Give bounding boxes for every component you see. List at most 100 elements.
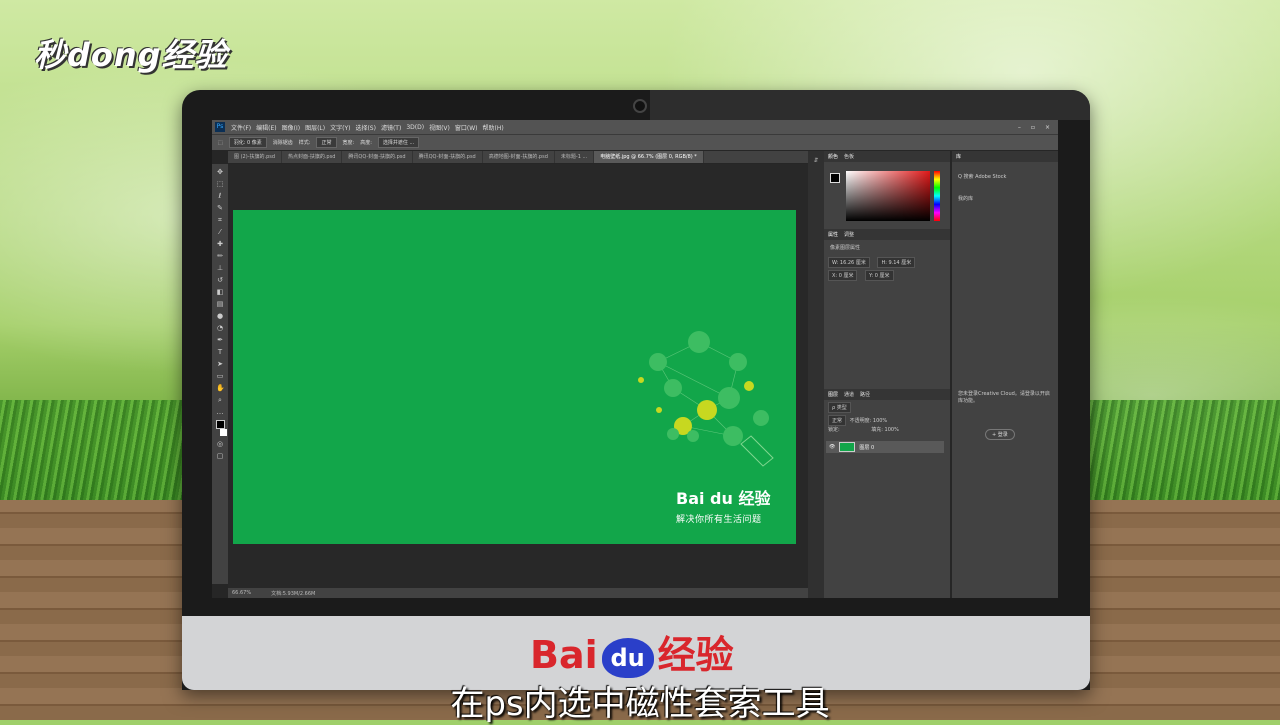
libraries-panel: 库 Q 搜索 Adobe Stock 我的库 您未登录Creative Clou… <box>952 151 1058 598</box>
video-subtitle: 在ps内选中磁性套索工具 <box>450 684 830 724</box>
zoom-level[interactable]: 66.67% <box>232 590 251 596</box>
minimize-icon[interactable]: – <box>1018 124 1021 131</box>
hand-tool-icon[interactable]: ✋ <box>216 384 225 392</box>
blur-icon[interactable]: ● <box>216 312 224 320</box>
options-bar: ⬚ 羽化: 0 像素 消除锯齿 样式: 正常 宽度: 高度: 选择并遮住 ... <box>212 134 1058 150</box>
path-select-icon[interactable]: ➤ <box>216 360 224 368</box>
menu-select[interactable]: 选择(S) <box>355 123 376 132</box>
type-tool-icon[interactable]: T <box>216 348 224 356</box>
menu-filter[interactable]: 滤镜(T) <box>381 123 401 132</box>
color-fg-swatch[interactable] <box>830 173 840 183</box>
more-tools-icon[interactable]: … <box>216 408 224 416</box>
quick-mask-icon[interactable]: ◎ <box>216 440 224 448</box>
background-color-swatch[interactable] <box>219 429 227 436</box>
panels-column: 颜色 色板 属性 调整 像素图层属性 W: 16.26 厘米 H: 9.14 厘… <box>824 151 950 598</box>
pen-tool-icon[interactable]: ✒ <box>216 336 224 344</box>
y-field[interactable]: Y: 0 厘米 <box>865 270 894 281</box>
stock-search[interactable]: Q 搜索 Adobe Stock <box>958 173 1006 180</box>
eye-icon[interactable]: 👁 <box>829 444 835 450</box>
screen-mode-icon[interactable]: ▢ <box>216 452 224 460</box>
history-icon[interactable]: ⇵ <box>808 157 824 164</box>
menu-image[interactable]: 图像(I) <box>282 123 300 132</box>
marquee-tool-icon[interactable]: ⬚ <box>216 180 224 188</box>
properties-panel: 属性 调整 像素图层属性 W: 16.26 厘米 H: 9.14 厘米 X: 0… <box>824 229 950 281</box>
eyedropper-icon[interactable]: ⁄ <box>216 228 224 236</box>
tab-layers[interactable]: 图层 <box>828 391 838 398</box>
doc-tab-active[interactable]: 电脑壁纸.jpg @ 66.7% (图层 0, RGB/8) * <box>594 151 704 163</box>
fill-field[interactable]: 填充: 100% <box>871 427 899 433</box>
baidu-jingyan-logo: Bai du 经验 <box>530 624 734 679</box>
tab-libraries[interactable]: 库 <box>956 153 961 160</box>
foreground-color-swatch[interactable] <box>215 420 225 429</box>
healing-brush-icon[interactable]: ✚ <box>216 240 224 248</box>
tab-color[interactable]: 颜色 <box>828 153 838 160</box>
doc-tab[interactable]: 腾讯QQ-封面-扶旗的.psd <box>413 151 483 163</box>
crop-tool-icon[interactable]: ⌗ <box>216 216 224 224</box>
tab-swatches[interactable]: 色板 <box>844 153 854 160</box>
properties-tabs: 属性 调整 <box>824 229 950 240</box>
x-field[interactable]: X: 0 厘米 <box>828 270 858 281</box>
marquee-tool-icon[interactable]: ⬚ <box>218 140 223 146</box>
color-picker-field[interactable] <box>846 171 930 221</box>
baidu-logo-canvas: Bai du 经验 <box>676 489 771 508</box>
photoshop-window: Ps 文件(F) 编辑(E) 图像(I) 图层(L) 文字(Y) 选择(S) 滤… <box>212 120 1058 598</box>
menu-help[interactable]: 帮助(H) <box>483 123 504 132</box>
close-icon[interactable]: × <box>1045 124 1050 131</box>
doc-tab[interactable]: 高德地图-封面-扶旗的.psd <box>483 151 555 163</box>
menu-bar: Ps 文件(F) 编辑(E) 图像(I) 图层(L) 文字(Y) 选择(S) 滤… <box>212 120 1058 134</box>
doc-tab[interactable]: 腾讯QQ-封面-扶旗的.psd <box>342 151 413 163</box>
lasso-tool-icon[interactable]: ℓ <box>216 192 224 200</box>
width-field[interactable]: W: 16.26 厘米 <box>828 257 870 268</box>
menu-edit[interactable]: 编辑(E) <box>256 123 276 132</box>
antialias-checkbox[interactable]: 消除锯齿 <box>273 139 293 146</box>
menu-window[interactable]: 窗口(W) <box>455 123 478 132</box>
chin-logo-jingyan: 经验 <box>657 633 734 677</box>
window-controls: – ▫ × <box>1018 124 1058 131</box>
properties-title: 像素图层属性 <box>830 245 861 251</box>
doc-tab[interactable]: 未标题-1 ... <box>555 151 595 163</box>
stamp-tool-icon[interactable]: ⊥ <box>216 264 224 272</box>
blend-mode-select[interactable]: 正常 <box>828 415 847 426</box>
quick-select-icon[interactable]: ✎ <box>216 204 224 212</box>
select-mask-button[interactable]: 选择并遮住 ... <box>377 137 420 148</box>
style-select[interactable]: 正常 <box>316 137 337 148</box>
brush-tool-icon[interactable]: ✏ <box>216 252 224 260</box>
ps-app-icon: Ps <box>215 122 225 132</box>
tab-properties[interactable]: 属性 <box>828 231 838 238</box>
signin-button[interactable]: + 登录 <box>985 429 1015 440</box>
tab-paths[interactable]: 路径 <box>860 391 870 398</box>
document-canvas[interactable]: Bai du 经验 解决你所有生活问题 <box>233 210 796 544</box>
history-brush-icon[interactable]: ↺ <box>216 276 224 284</box>
feather-field[interactable]: 羽化: 0 像素 <box>228 137 267 148</box>
layer-thumbnail <box>839 442 856 452</box>
status-bar: 66.67% 文档:5.93M/2.66M <box>228 588 808 598</box>
watermark-logo: 秒dong经验 <box>34 36 228 74</box>
shape-tool-icon[interactable]: ▭ <box>216 372 224 380</box>
doc-tab[interactable]: 热点封面-扶旗的.psd <box>282 151 343 163</box>
hue-slider[interactable] <box>934 171 940 221</box>
layer-row[interactable]: 👁 图层 0 <box>826 441 944 453</box>
height-label: 高度: <box>360 140 372 146</box>
menu-type[interactable]: 文字(Y) <box>330 123 350 132</box>
libraries-tabs: 库 <box>952 151 1058 162</box>
library-select[interactable]: 我的库 <box>958 195 973 202</box>
chin-logo-du: du <box>601 637 654 678</box>
menu-view[interactable]: 视图(V) <box>429 123 450 132</box>
layer-kind-filter[interactable]: ρ 类型 <box>828 402 851 413</box>
tab-adjustments[interactable]: 调整 <box>844 231 854 238</box>
menu-layer[interactable]: 图层(L) <box>305 123 325 132</box>
tab-channels[interactable]: 通道 <box>844 391 854 398</box>
opacity-field[interactable]: 不透明度: 100% <box>850 418 888 424</box>
zoom-tool-icon[interactable]: ⌕ <box>216 396 224 404</box>
gradient-icon[interactable]: ▤ <box>216 300 224 308</box>
move-tool-icon[interactable]: ✥ <box>216 168 224 176</box>
dodge-icon[interactable]: ◔ <box>216 324 224 332</box>
menu-3d[interactable]: 3D(D) <box>406 124 424 131</box>
lock-label: 锁定: <box>828 427 840 433</box>
menu-file[interactable]: 文件(F) <box>231 123 251 132</box>
height-field[interactable]: H: 9.14 厘米 <box>877 257 916 268</box>
doc-tab[interactable]: 图 (2)-扶旗的.psd <box>228 151 283 163</box>
maximize-icon[interactable]: ▫ <box>1031 124 1035 131</box>
eraser-icon[interactable]: ◧ <box>216 288 224 296</box>
layer-name: 图层 0 <box>859 444 875 451</box>
